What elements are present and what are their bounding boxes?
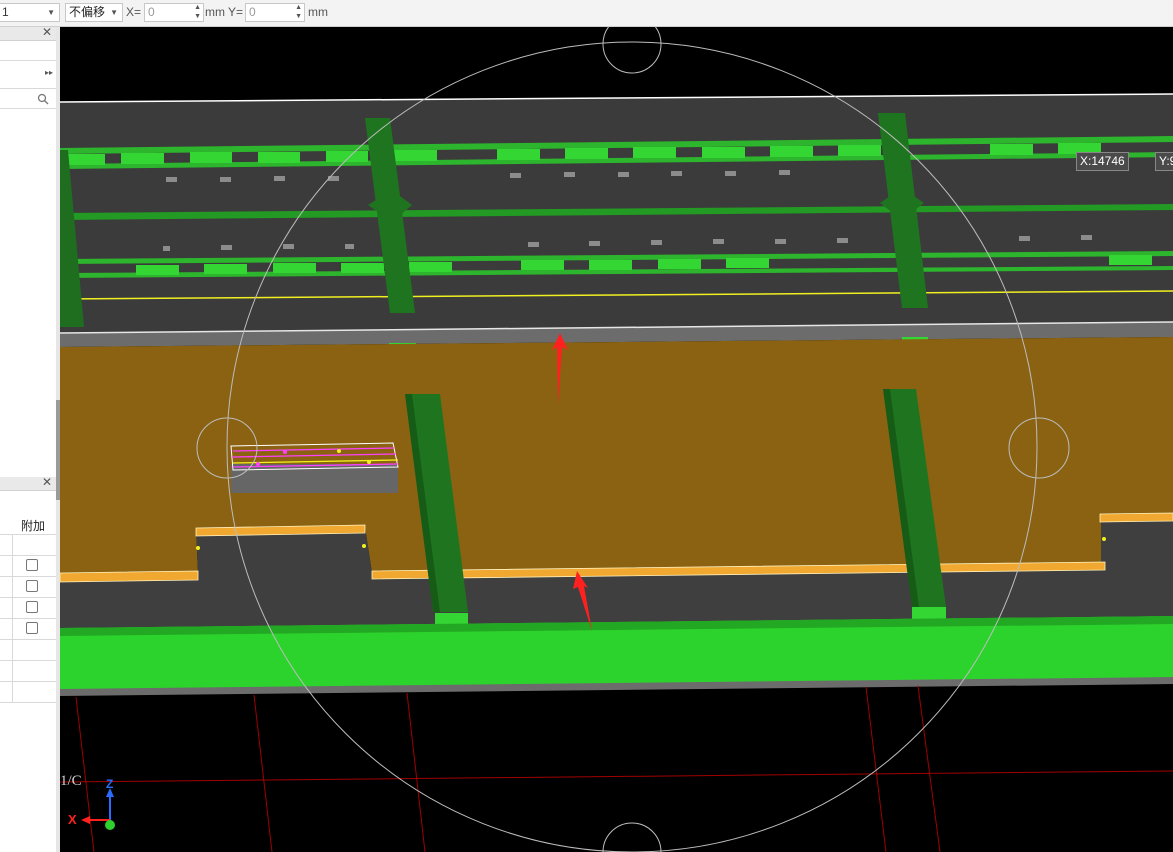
spinner-icon[interactable]: ▲ ▼ [194,3,201,21]
left-panel: ✕ ▸▸ ✕ 附加 [0,25,57,852]
column-header-attach: 附加 [21,519,46,533]
y-offset-input[interactable]: 0 ▲ ▼ [245,3,305,22]
coordinate-x-readout: X:14746 [1076,152,1129,171]
spinner-icon[interactable]: ▲ ▼ [295,3,302,21]
attach-checkbox[interactable] [26,601,38,613]
x-label: X= [126,5,142,19]
model-canvas[interactable] [60,27,1173,852]
axis-gizmo [81,788,115,830]
top-toolbar: 1 ▼ 不偏移 ▼ X= 0 ▲ ▼ mm Y= 0 ▲ ▼ mm [0,0,1173,27]
y-label: Y= [228,5,244,19]
dropdown-arrow-icon: ▼ [47,8,55,17]
close-icon[interactable]: ✕ [42,475,52,489]
axis-grid-label: 1/C [60,773,82,789]
layer-select-value: 1 [2,5,9,19]
layer-select[interactable]: 1 ▼ [0,3,60,22]
close-icon[interactable]: ✕ [42,25,52,39]
model-viewport[interactable]: X:14746 Y:9 1/C Z X [60,27,1173,852]
x-unit-label: mm [205,5,225,19]
coordinate-y-readout: Y:9 [1155,152,1173,171]
axis-z-label: Z [106,777,114,791]
search-icon[interactable] [37,93,49,105]
panel-header-top: ✕ [0,25,56,41]
expand-arrows-icon[interactable]: ▸▸ [45,68,53,77]
x-offset-input[interactable]: 0 ▲ ▼ [144,3,204,22]
y-unit-label: mm [308,5,328,19]
offset-select-value: 不偏移 [69,5,106,19]
offset-select[interactable]: 不偏移 ▼ [65,3,123,22]
axis-x-label: X [68,812,77,827]
x-offset-value: 0 [148,5,155,19]
dropdown-arrow-icon: ▼ [110,8,118,17]
attach-checkbox[interactable] [26,559,38,571]
panel-header-bottom: ✕ [0,475,56,491]
attach-checkbox[interactable] [26,580,38,592]
y-offset-value: 0 [249,5,256,19]
attach-checkbox[interactable] [26,622,38,634]
